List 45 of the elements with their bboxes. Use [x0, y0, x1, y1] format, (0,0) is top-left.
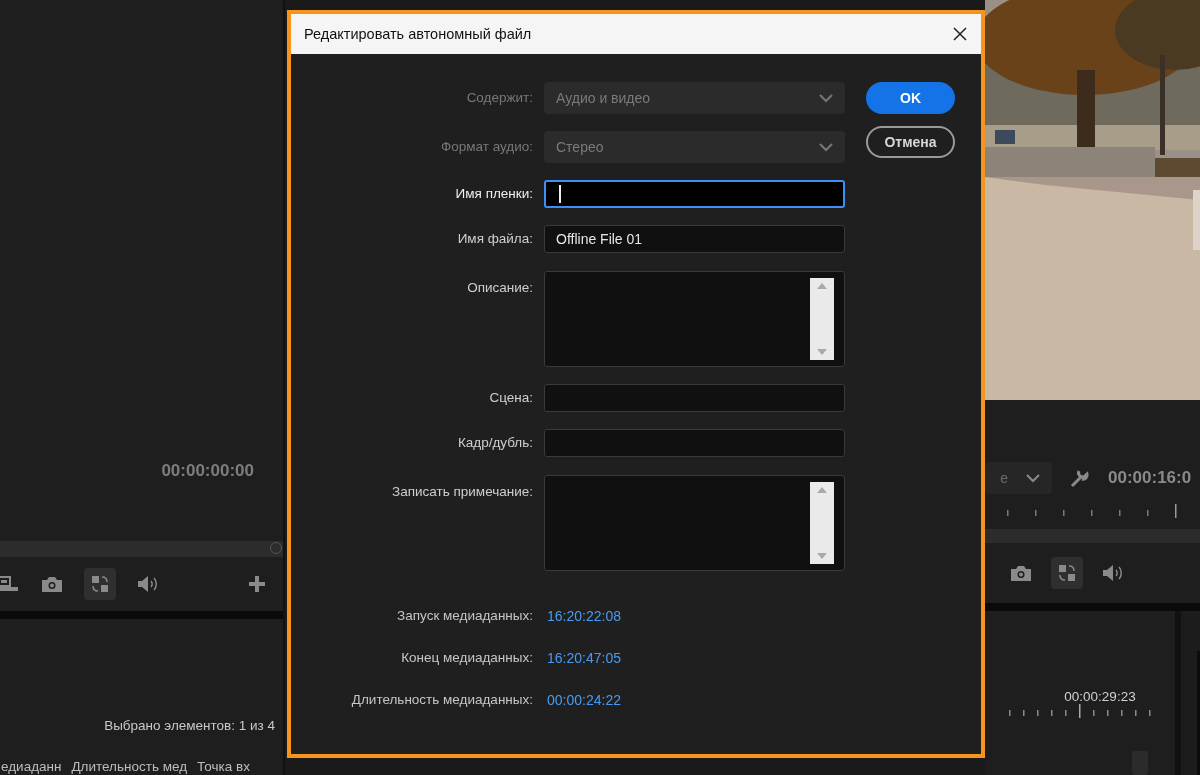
camera-icon[interactable]	[1011, 565, 1031, 581]
field-label: Описание:	[466, 279, 533, 297]
info-label: Запуск медиаданных:	[396, 608, 533, 624]
swap-button[interactable]	[1051, 557, 1083, 589]
ok-button[interactable]: OK	[866, 82, 955, 114]
field-label: Имя файла:	[456, 230, 533, 248]
column-header[interactable]: Длительность мед	[71, 759, 188, 774]
speaker-icon[interactable]	[1103, 564, 1125, 582]
text-field[interactable]: Offline File 01	[544, 225, 845, 253]
info-label: Конец медиаданных:	[400, 650, 533, 666]
plus-icon[interactable]	[249, 576, 265, 592]
swap-icon	[91, 575, 109, 593]
field-label: Записать примечание:	[391, 483, 533, 501]
text-field[interactable]	[544, 180, 845, 208]
close-icon[interactable]	[953, 27, 967, 41]
swap-icon	[1058, 564, 1076, 582]
cancel-button[interactable]: Отмена	[866, 126, 955, 158]
chevron-down-icon	[819, 93, 833, 103]
chevron-down-icon	[819, 142, 833, 152]
field-label: Сцена:	[488, 389, 533, 407]
text-field[interactable]	[544, 384, 845, 412]
column-header[interactable]: едиаданн	[1, 759, 62, 774]
info-value[interactable]: 16:20:22:08	[547, 608, 848, 624]
text-area[interactable]	[544, 475, 845, 571]
chevron-down-icon	[1026, 473, 1040, 483]
export-frame-icon[interactable]	[0, 575, 20, 593]
field-label: Формат аудио:	[439, 138, 533, 156]
field-label: Кадр/дубль:	[456, 434, 533, 452]
camera-icon[interactable]	[42, 576, 62, 592]
swap-button[interactable]	[84, 568, 116, 600]
timeline-timecode: 00:00:29:23	[1064, 689, 1136, 704]
info-value[interactable]: 00:00:24:22	[547, 692, 848, 708]
column-header[interactable]: Точка вх	[197, 759, 250, 774]
program-timecode: 00:00:16:0	[1108, 468, 1192, 488]
wrench-icon[interactable]	[1070, 468, 1090, 488]
field-label: Имя пленки:	[454, 185, 533, 203]
source-timecode: 00:00:00:00	[161, 461, 254, 481]
selection-count: Выбрано элементов: 1 из 4	[104, 718, 275, 733]
info-label: Длительность медиаданных:	[350, 692, 533, 708]
text-field[interactable]	[544, 429, 845, 457]
dialog-title: Редактировать автономный файл	[304, 26, 532, 42]
info-value[interactable]: 16:20:47:05	[547, 650, 848, 666]
speaker-icon[interactable]	[138, 575, 160, 593]
field-label: Содержит:	[465, 89, 533, 107]
text-area[interactable]	[544, 271, 845, 367]
